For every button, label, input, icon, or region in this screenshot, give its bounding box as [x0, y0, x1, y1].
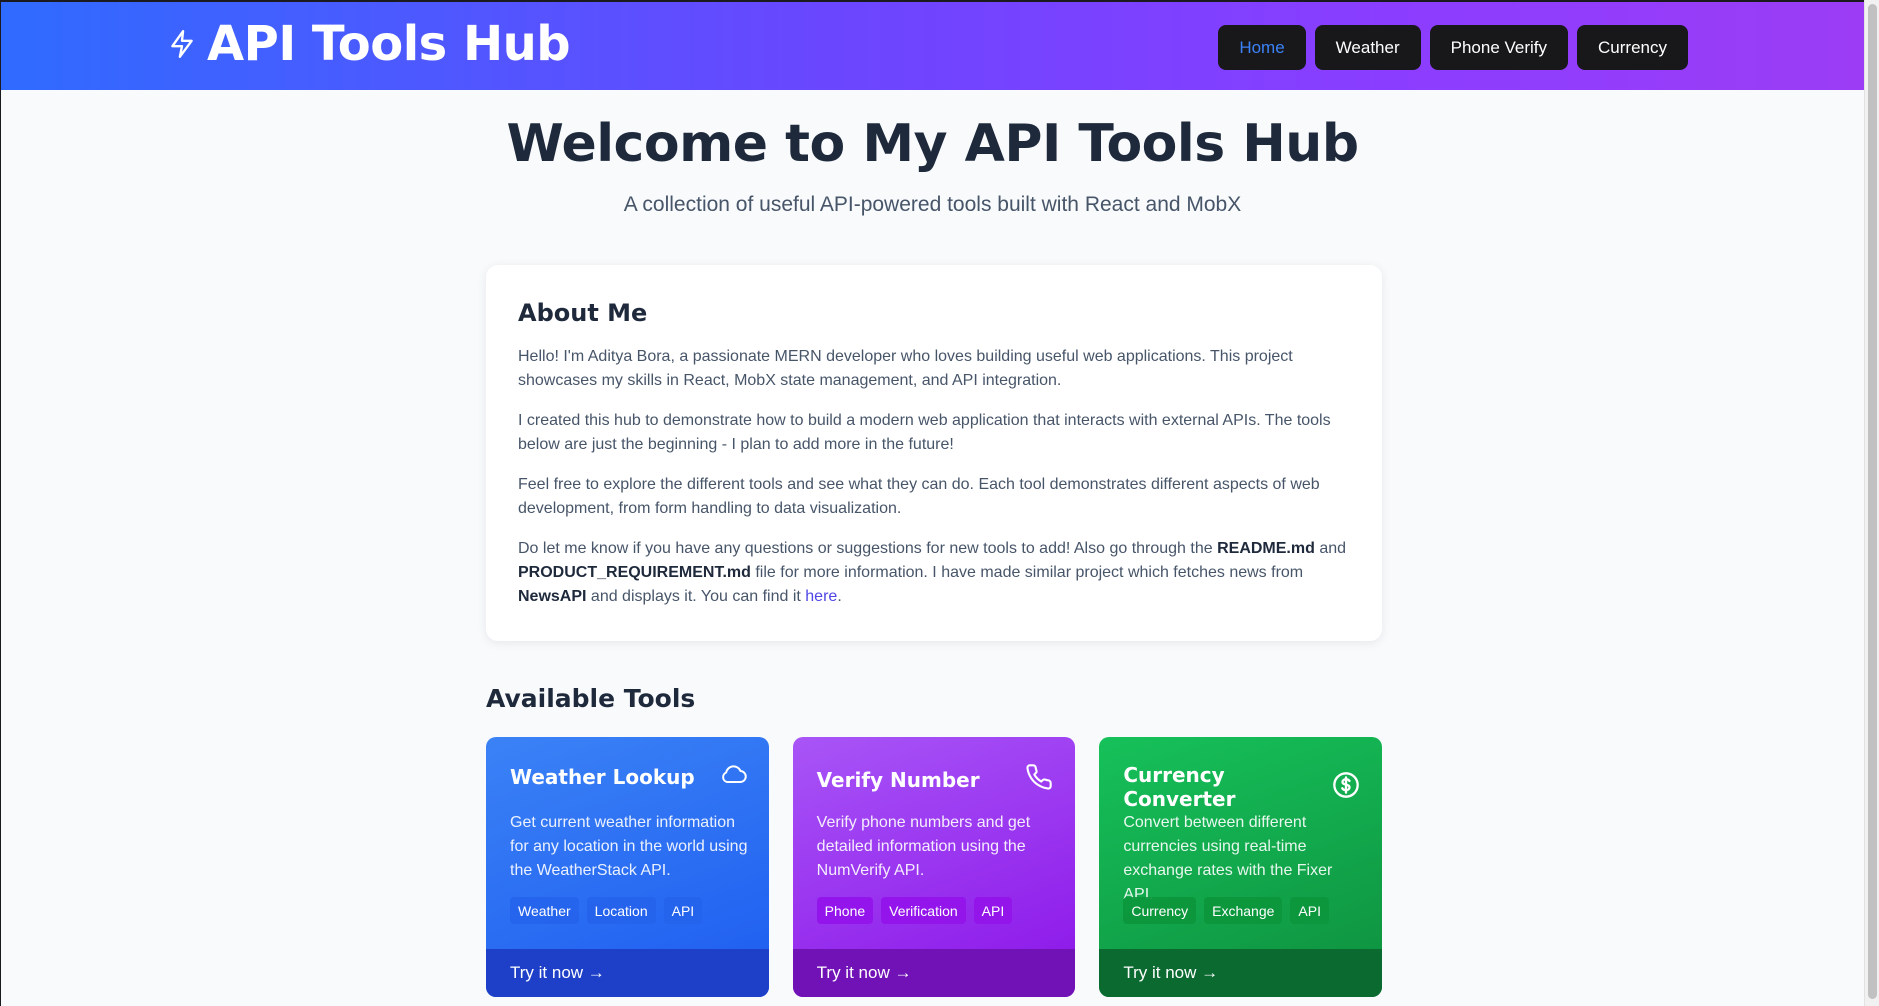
- tag: Verification: [881, 897, 966, 924]
- tool-card-description: Verify phone numbers and get detailed in…: [816, 814, 1031, 879]
- readme-filename: README.md: [1217, 540, 1315, 557]
- about-paragraph-2: I created this hub to demonstrate how to…: [518, 412, 1331, 453]
- about-p4-text-2: and: [1314, 540, 1347, 557]
- page-subtitle: A collection of useful API-powered tools…: [623, 193, 1242, 216]
- about-paragraph-1: Hello! I'm Aditya Bora, a passionate MER…: [518, 348, 1293, 389]
- about-p4-text-5: .: [837, 588, 842, 605]
- phone-icon: [1025, 763, 1053, 796]
- lightning-bolt-icon: [169, 29, 195, 59]
- tag: Location: [586, 897, 656, 924]
- nav-weather-button[interactable]: Weather: [1314, 25, 1421, 70]
- tool-card-description: Get current weather information for any …: [510, 814, 748, 879]
- tag: API: [1290, 897, 1329, 924]
- tool-card-header: Currency Converter: [1123, 763, 1360, 811]
- tag: Exchange: [1204, 897, 1283, 924]
- tool-card-header: Weather Lookup: [510, 763, 747, 790]
- product-requirement-filename: PRODUCT_REQUIREMENT.md: [518, 564, 751, 581]
- nav-currency-button[interactable]: Currency: [1577, 25, 1688, 70]
- about-p4-text-4: and displays it. You can find it: [586, 588, 806, 605]
- tool-card-title: Currency Converter: [1123, 763, 1236, 811]
- dollar-circle-icon: [1332, 771, 1360, 804]
- newsapi-name: NewsAPI: [518, 588, 587, 605]
- page-viewport: API Tools Hub Home Weather Phone Verify …: [1, 2, 1864, 1006]
- about-paragraph-3: Feel free to explore the different tools…: [518, 476, 1320, 517]
- try-it-now-link-currency[interactable]: Try it now →: [1099, 949, 1383, 997]
- scrollbar-thumb[interactable]: [1868, 4, 1877, 999]
- tool-card-tags: Currency Exchange API: [1123, 897, 1329, 924]
- news-project-link[interactable]: here: [805, 588, 837, 605]
- brand-title: API Tools Hub: [207, 16, 571, 72]
- tools-grid: Weather Lookup Get current weather infor…: [486, 737, 1383, 997]
- main-nav: Home Weather Phone Verify Currency: [1218, 25, 1688, 70]
- tag: Phone: [816, 897, 874, 924]
- tag: Weather: [510, 897, 579, 924]
- tag: API: [973, 897, 1013, 924]
- try-it-now-link-weather[interactable]: Try it now →: [486, 949, 769, 997]
- about-card: About Me Hello! I'm Aditya Bora, a passi…: [486, 265, 1382, 641]
- tool-card-header: Verify Number: [817, 763, 1054, 796]
- tool-card-tags: Phone Verification API: [816, 897, 1013, 924]
- vertical-scrollbar[interactable]: [1864, 0, 1879, 1006]
- nav-phone-verify-button[interactable]: Phone Verify: [1429, 25, 1569, 70]
- nav-home-button[interactable]: Home: [1218, 25, 1306, 70]
- about-paragraph-4: Do let me know if you have any questions…: [518, 537, 1350, 609]
- cloud-icon: [719, 763, 747, 790]
- page-title: Welcome to My API Tools Hub: [506, 114, 1359, 174]
- about-p4-text-1: Do let me know if you have any questions…: [518, 540, 1218, 557]
- about-p4-text-3: file for more information. I have made s…: [750, 564, 1304, 581]
- tool-card-phone-verify[interactable]: Verify Number Verify phone numbers and g…: [792, 737, 1076, 997]
- tool-card-description: Convert between different currencies usi…: [1123, 814, 1333, 903]
- brand[interactable]: API Tools Hub: [169, 16, 571, 72]
- tag: Currency: [1123, 897, 1197, 924]
- tag: API: [663, 897, 703, 924]
- tool-card-tags: Weather Location API: [510, 897, 703, 924]
- tool-card-weather[interactable]: Weather Lookup Get current weather infor…: [486, 737, 769, 997]
- try-it-now-link-phone[interactable]: Try it now →: [792, 949, 1076, 997]
- top-header: API Tools Hub Home Weather Phone Verify …: [1, 2, 1864, 90]
- tools-section-title: Available Tools: [486, 684, 696, 713]
- tool-card-title: Weather Lookup: [510, 764, 695, 789]
- tool-card-title: Verify Number: [816, 767, 980, 792]
- tool-card-currency[interactable]: Currency Converter Convert between diffe…: [1099, 737, 1383, 997]
- about-title: About Me: [518, 299, 648, 327]
